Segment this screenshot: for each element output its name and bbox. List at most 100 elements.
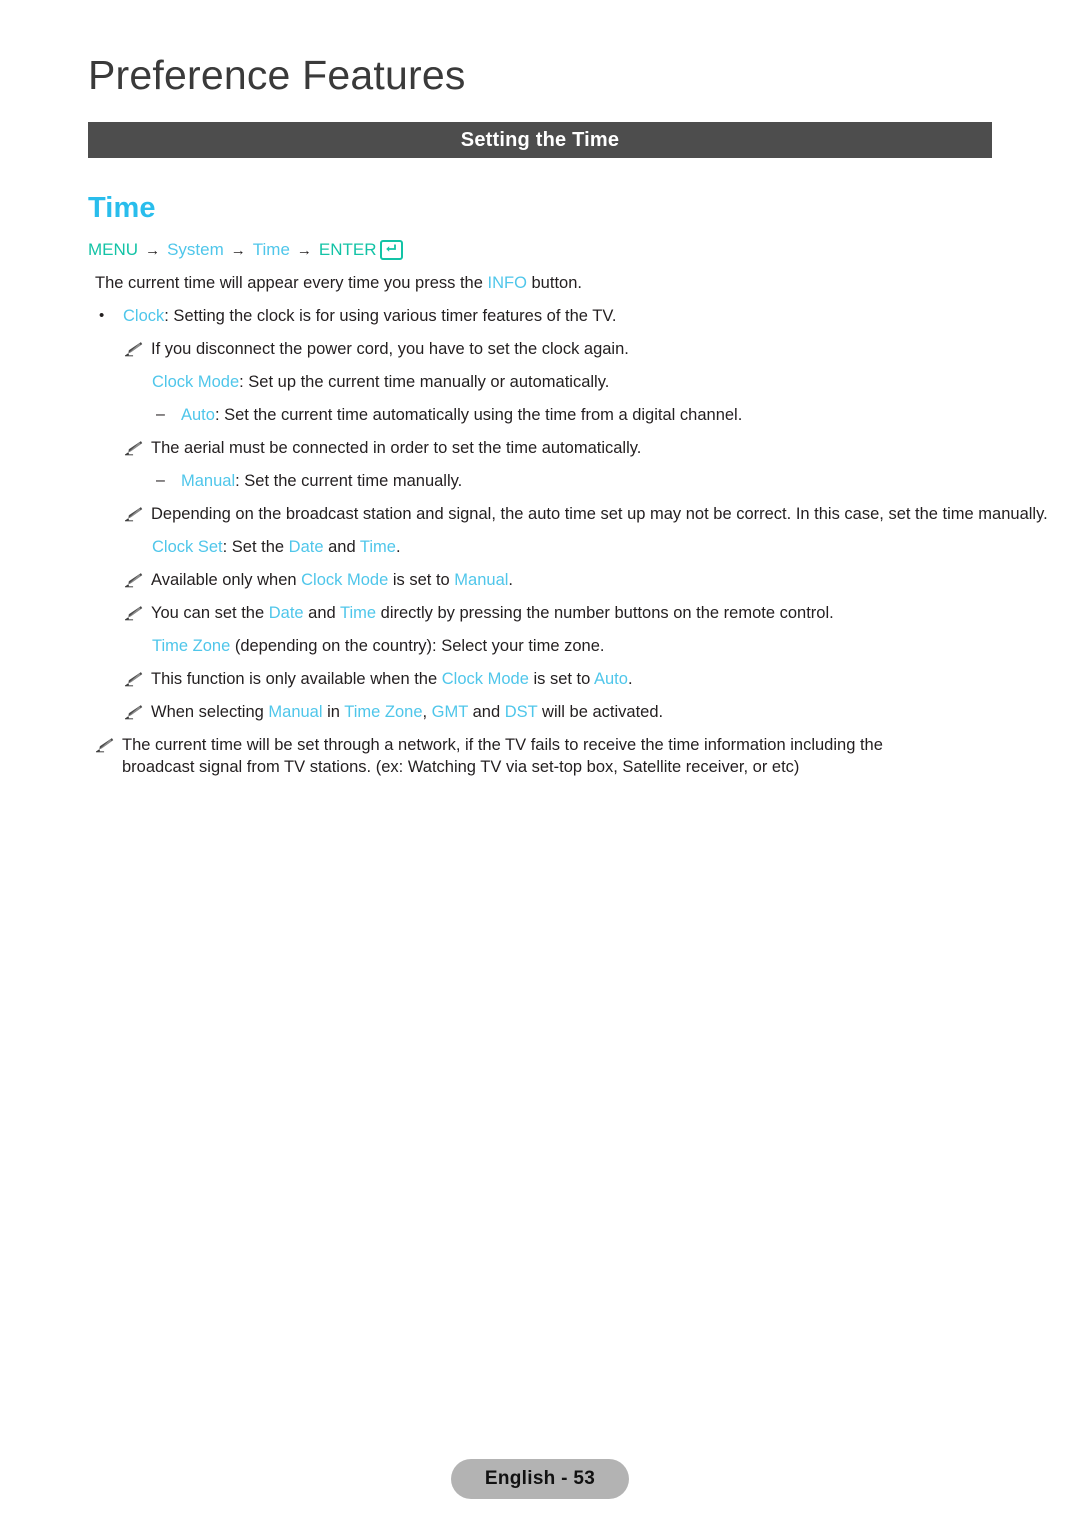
content-line-note-network: The current time will be set through a n… <box>0 734 925 778</box>
menu-path-time: Time <box>252 240 290 259</box>
clock-bullet-text-0[interactable]: Clock <box>123 307 164 325</box>
clock-mode-text-1: : Set up the current time manually or au… <box>239 373 610 391</box>
content-line-manual-dash: – Manual: Set the current time manually. <box>0 470 1080 492</box>
note-when-selecting-text-8: will be activated. <box>537 703 664 721</box>
note-text: When selecting Manual in Time Zone, GMT … <box>124 701 1080 723</box>
time-zone-text-0[interactable]: Time Zone <box>152 637 230 655</box>
note-available-only-text-0: Available only when <box>151 571 302 589</box>
dash-marker-icon: – <box>156 406 165 423</box>
page-footer-label: English - 53 <box>484 1468 596 1489</box>
content-line-clock-bullet: • Clock: Setting the clock is for using v… <box>0 305 1080 327</box>
note-number-buttons-text-3[interactable]: Time <box>340 604 376 622</box>
note-text: The aerial must be connected in order to… <box>124 437 1080 459</box>
paragraph-text: Clock Set: Set the Date and Time. <box>152 536 1080 558</box>
note-text: The current time will be set through a n… <box>95 734 925 778</box>
content-line-note-function-only: This function is only available when the… <box>0 668 1080 690</box>
arrow-right-icon-1: → <box>145 241 161 259</box>
content-line-auto-dash: – Auto: Set the current time automaticall… <box>0 404 1080 426</box>
intro-text-0: The current time will appear every time … <box>95 274 488 292</box>
menu-path-menu: MENU <box>88 240 139 259</box>
note-available-only-text-4: . <box>508 571 514 589</box>
paragraph-text: The current time will appear every time … <box>95 272 1080 294</box>
content-body: The current time will appear every time … <box>0 272 1080 789</box>
note-when-selecting-text-0: When selecting <box>151 703 269 721</box>
note-when-selecting-text-6: and <box>468 703 505 721</box>
note-when-selecting-text-3[interactable]: Time Zone <box>344 703 422 721</box>
note-network-text-0: The current time will be set through a n… <box>122 736 883 776</box>
note-pencil-icon <box>124 705 143 720</box>
dash-marker-icon: – <box>156 472 165 489</box>
note-available-only-text-3[interactable]: Manual <box>454 571 508 589</box>
content-line-note-when-selecting: When selecting Manual in Time Zone, GMT … <box>0 701 1080 723</box>
content-line-clock-set: Clock Set: Set the Date and Time. <box>0 536 1080 558</box>
note-available-only-text-2: is set to <box>388 571 455 589</box>
content-line-intro: The current time will appear every time … <box>0 272 1080 294</box>
paragraph-text: Clock Mode: Set up the current time manu… <box>152 371 1080 393</box>
intro-text-1[interactable]: INFO <box>488 274 527 292</box>
manual-dash-text-1: : Set the current time manually. <box>235 472 463 490</box>
auto-dash-text-0[interactable]: Auto <box>181 406 215 424</box>
note-function-only-text-3[interactable]: Auto <box>594 670 628 688</box>
clock-bullet-text-1: : Setting the clock is for using various… <box>164 307 617 325</box>
note-number-buttons-text-2: and <box>303 604 340 622</box>
clock-set-text-2[interactable]: Date <box>289 538 324 556</box>
clock-mode-text-0[interactable]: Clock Mode <box>152 373 239 391</box>
note-pencil-icon <box>124 672 143 687</box>
note-pencil-icon <box>124 441 143 456</box>
content-line-clock-mode: Clock Mode: Set up the current time manu… <box>0 371 1080 393</box>
dash-text: Auto: Set the current time automatically… <box>152 406 742 424</box>
note-pencil-icon <box>124 606 143 621</box>
menu-path-breadcrumb: MENU → System → Time → ENTER <box>88 240 403 260</box>
note-text: If you disconnect the power cord, you ha… <box>124 338 1080 360</box>
note-function-only-text-4: . <box>627 670 633 688</box>
paragraph-text: Time Zone (depending on the country): Se… <box>152 635 1080 657</box>
arrow-right-icon-2: → <box>230 241 246 259</box>
note-when-selecting-text-7[interactable]: DST <box>505 703 538 721</box>
note-text: Depending on the broadcast station and s… <box>124 503 1080 525</box>
dash-text: Manual: Set the current time manually. <box>152 472 462 490</box>
note-function-only-text-2: is set to <box>528 670 594 688</box>
note-when-selecting-text-5[interactable]: GMT <box>432 703 468 721</box>
note-number-buttons-text-1[interactable]: Date <box>269 604 304 622</box>
bullet-text: Clock: Setting the clock is for using va… <box>95 307 616 325</box>
section-header-bar: Setting the Time <box>88 122 992 158</box>
page-footer-badge: English - 53 <box>451 1459 629 1499</box>
clock-set-text-5: . <box>395 538 401 556</box>
intro-text-2: button. <box>526 274 582 292</box>
time-zone-text-1: (depending on the country): Select your … <box>230 637 605 655</box>
note-pencil-icon <box>124 342 143 357</box>
menu-path-enter: ENTER <box>318 240 377 259</box>
note-number-buttons-text-0: You can set the <box>151 604 269 622</box>
clock-set-text-4[interactable]: Time <box>360 538 396 556</box>
note-text: Available only when Clock Mode is set to… <box>124 569 1080 591</box>
section-header-title: Setting the Time <box>460 128 620 151</box>
note-text: This function is only available when the… <box>124 668 1080 690</box>
content-line-note-number-buttons: You can set the Date and Time directly b… <box>0 602 1080 624</box>
content-line-note-available-only: Available only when Clock Mode is set to… <box>0 569 1080 591</box>
arrow-right-icon-3: → <box>296 241 312 259</box>
note-available-only-text-1[interactable]: Clock Mode <box>301 571 388 589</box>
note-pencil-icon <box>124 507 143 522</box>
bullet-marker-icon: • <box>99 307 105 324</box>
note-pencil-icon <box>124 573 143 588</box>
note-power-cord-text-0: If you disconnect the power cord, you ha… <box>151 340 629 358</box>
note-depending-text-0: Depending on the broadcast station and s… <box>151 505 1048 523</box>
manual-dash-text-0[interactable]: Manual <box>181 472 235 490</box>
auto-dash-text-1: : Set the current time automatically usi… <box>214 406 743 424</box>
note-function-only-text-1[interactable]: Clock Mode <box>442 670 529 688</box>
note-when-selecting-text-4: , <box>422 703 432 721</box>
clock-set-text-0[interactable]: Clock Set <box>152 538 223 556</box>
menu-path-system: System <box>167 240 224 259</box>
content-line-note-power-cord: If you disconnect the power cord, you ha… <box>0 338 1080 360</box>
note-pencil-icon <box>95 738 114 753</box>
note-when-selecting-text-1[interactable]: Manual <box>268 703 322 721</box>
feature-heading: Time <box>88 192 156 224</box>
note-aerial-text-0: The aerial must be connected in order to… <box>151 439 642 457</box>
note-text: You can set the Date and Time directly b… <box>124 602 1080 624</box>
clock-set-text-3: and <box>323 538 360 556</box>
content-line-time-zone: Time Zone (depending on the country): Se… <box>0 635 1080 657</box>
note-number-buttons-text-4: directly by pressing the number buttons … <box>376 604 834 622</box>
enter-return-icon <box>379 240 403 260</box>
manual-page: Preference Features Setting the Time Tim… <box>0 0 1080 1534</box>
page-title: Preference Features <box>88 52 466 98</box>
